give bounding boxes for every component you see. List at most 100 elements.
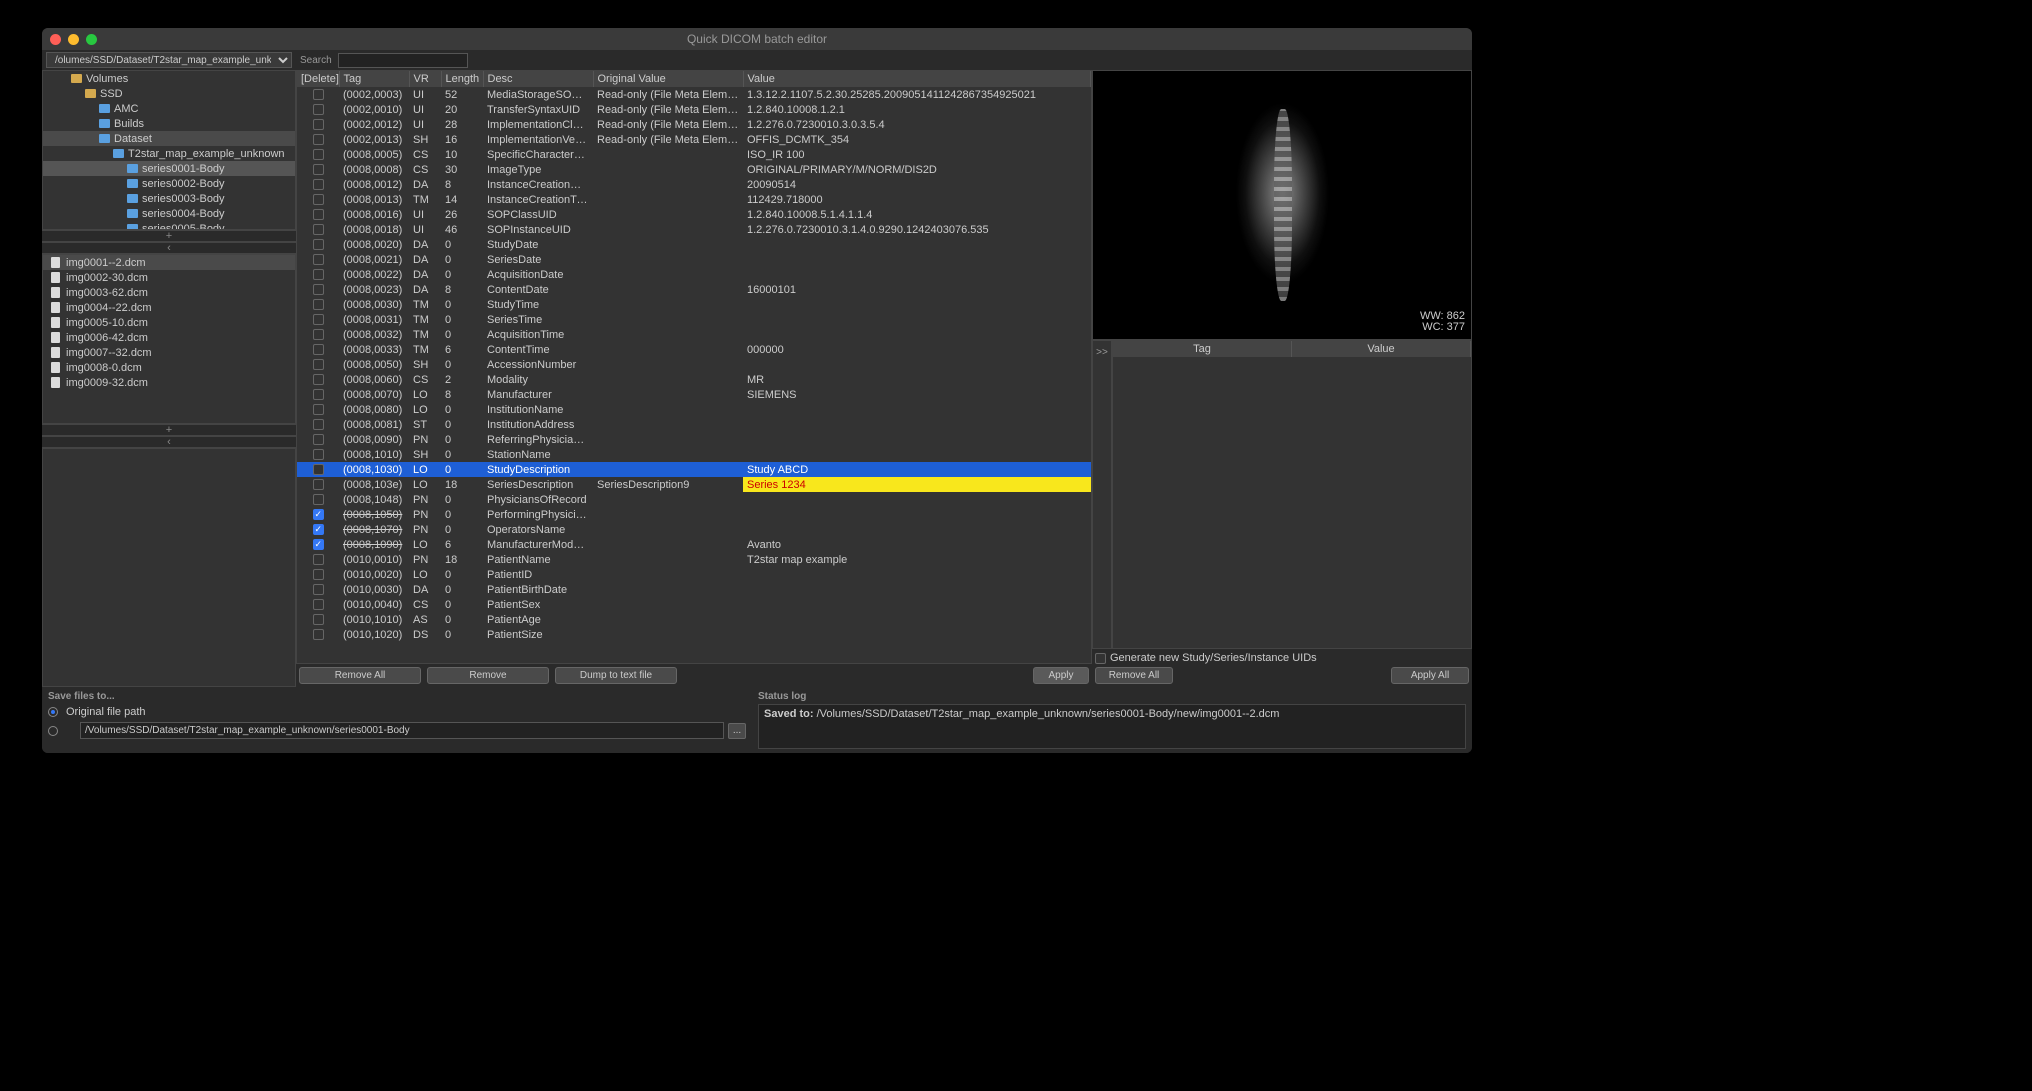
file-item[interactable]: img0008-0.dcm	[43, 360, 295, 375]
delete-checkbox[interactable]	[313, 389, 324, 400]
splitter-1[interactable]: +	[42, 230, 296, 242]
table-row[interactable]: (0008,0005)CS10SpecificCharacterSetISO_I…	[297, 147, 1091, 162]
table-row[interactable]: (0002,0013)SH16ImplementationVersio...Re…	[297, 132, 1091, 147]
splitter-2[interactable]: +	[42, 424, 296, 436]
col-tag[interactable]: Tag	[339, 71, 409, 87]
delete-checkbox[interactable]	[313, 404, 324, 415]
delete-checkbox[interactable]	[313, 329, 324, 340]
table-row[interactable]: (0008,0020)DA0StudyDate	[297, 237, 1091, 252]
expand-button[interactable]: >>	[1092, 340, 1112, 649]
table-row[interactable]: (0002,0003)UI52MediaStorageSOPInst...Rea…	[297, 87, 1091, 102]
delete-checkbox[interactable]	[313, 584, 324, 595]
delete-checkbox[interactable]	[313, 359, 324, 370]
radio-original-path[interactable]	[48, 707, 58, 717]
radio-custom-path[interactable]	[48, 726, 58, 736]
table-row[interactable]: (0008,1010)SH0StationName	[297, 447, 1091, 462]
tree-item[interactable]: Volumes	[43, 71, 295, 86]
table-row[interactable]: (0008,0021)DA0SeriesDate	[297, 252, 1091, 267]
tree-item[interactable]: AMC	[43, 101, 295, 116]
delete-checkbox[interactable]	[313, 149, 324, 160]
tree-item[interactable]: series0001-Body	[43, 161, 295, 176]
tree-item[interactable]: series0002-Body	[43, 176, 295, 191]
delete-checkbox[interactable]	[313, 434, 324, 445]
delete-checkbox[interactable]	[313, 539, 324, 550]
table-row[interactable]: (0008,0060)CS2ModalityMR	[297, 372, 1091, 387]
table-row[interactable]: (0008,0018)UI46SOPInstanceUID1.2.276.0.7…	[297, 222, 1091, 237]
close-icon[interactable]	[50, 34, 61, 45]
table-row[interactable]: (0008,0081)ST0InstitutionAddress	[297, 417, 1091, 432]
table-row[interactable]: (0008,0070)LO8ManufacturerSIEMENS	[297, 387, 1091, 402]
file-item[interactable]: img0009-32.dcm	[43, 375, 295, 390]
table-row[interactable]: (0008,0023)DA8ContentDate16000101	[297, 282, 1091, 297]
delete-checkbox[interactable]	[313, 419, 324, 430]
file-item[interactable]: img0001--2.dcm	[43, 255, 295, 270]
delete-checkbox[interactable]	[313, 254, 324, 265]
delete-checkbox[interactable]	[313, 569, 324, 580]
delete-checkbox[interactable]	[313, 464, 324, 475]
tree-item[interactable]: SSD	[43, 86, 295, 101]
apply-all-button[interactable]: Apply All	[1391, 667, 1469, 684]
minimize-icon[interactable]	[68, 34, 79, 45]
splitter-1b[interactable]: ‹	[42, 242, 296, 254]
col-value[interactable]: Value	[743, 71, 1091, 87]
col-vr[interactable]: VR	[409, 71, 441, 87]
delete-checkbox[interactable]	[313, 89, 324, 100]
delete-checkbox[interactable]	[313, 599, 324, 610]
delete-checkbox[interactable]	[313, 224, 324, 235]
browse-button[interactable]: ...	[728, 723, 746, 739]
delete-checkbox[interactable]	[313, 209, 324, 220]
right-col-value[interactable]: Value	[1292, 341, 1471, 357]
table-row[interactable]: (0008,0030)TM0StudyTime	[297, 297, 1091, 312]
remove-button[interactable]: Remove	[427, 667, 549, 684]
tree-item[interactable]: series0005-Body	[43, 221, 295, 230]
table-row[interactable]: (0008,1030)LO0StudyDescriptionStudy ABCD	[297, 462, 1091, 477]
table-row[interactable]: (0008,1070)PN0OperatorsName	[297, 522, 1091, 537]
splitter-2b[interactable]: ‹	[42, 436, 296, 448]
path-selector[interactable]: /olumes/SSD/Dataset/T2star_map_example_u…	[46, 52, 292, 68]
delete-checkbox[interactable]	[313, 374, 324, 385]
save-path-input[interactable]	[80, 722, 724, 739]
file-item[interactable]: img0002-30.dcm	[43, 270, 295, 285]
tree-item[interactable]: Dataset	[43, 131, 295, 146]
delete-checkbox[interactable]	[313, 284, 324, 295]
table-row[interactable]: (0008,0032)TM0AcquisitionTime	[297, 327, 1091, 342]
tree-item[interactable]: T2star_map_example_unknown	[43, 146, 295, 161]
table-row[interactable]: (0008,0022)DA0AcquisitionDate	[297, 267, 1091, 282]
delete-checkbox[interactable]	[313, 554, 324, 565]
delete-checkbox[interactable]	[313, 179, 324, 190]
tree-item[interactable]: series0004-Body	[43, 206, 295, 221]
file-item[interactable]: img0005-10.dcm	[43, 315, 295, 330]
generate-uids-option[interactable]: Generate new Study/Series/Instance UIDs	[1095, 652, 1317, 664]
maximize-icon[interactable]	[86, 34, 97, 45]
table-row[interactable]: (0002,0010)UI20TransferSyntaxUIDRead-onl…	[297, 102, 1091, 117]
delete-checkbox[interactable]	[313, 524, 324, 535]
remove-all-button[interactable]: Remove All	[299, 667, 421, 684]
col-delete[interactable]: [Delete]	[297, 71, 339, 87]
checkbox-icon[interactable]	[1095, 653, 1106, 664]
delete-checkbox[interactable]	[313, 299, 324, 310]
delete-checkbox[interactable]	[313, 494, 324, 505]
table-row[interactable]: (0008,0090)PN0ReferringPhysicianNa...	[297, 432, 1091, 447]
dicom-table-wrap[interactable]: [Delete] Tag VR Length Desc Original Val…	[296, 70, 1092, 664]
table-row[interactable]: (0008,1050)PN0PerformingPhysicianN...	[297, 507, 1091, 522]
table-row[interactable]: (0008,0012)DA8InstanceCreationDate200905…	[297, 177, 1091, 192]
table-row[interactable]: (0008,0050)SH0AccessionNumber	[297, 357, 1091, 372]
search-input[interactable]	[338, 53, 468, 68]
delete-checkbox[interactable]	[313, 269, 324, 280]
table-row[interactable]: (0008,0013)TM14InstanceCreationTime11242…	[297, 192, 1091, 207]
delete-checkbox[interactable]	[313, 104, 324, 115]
file-item[interactable]: img0006-42.dcm	[43, 330, 295, 345]
delete-checkbox[interactable]	[313, 629, 324, 640]
file-item[interactable]: img0007--32.dcm	[43, 345, 295, 360]
delete-checkbox[interactable]	[313, 119, 324, 130]
apply-button[interactable]: Apply	[1033, 667, 1089, 684]
table-row[interactable]: (0010,0010)PN18PatientNameT2star map exa…	[297, 552, 1091, 567]
right-col-tag[interactable]: Tag	[1113, 341, 1292, 357]
table-row[interactable]: (0008,0008)CS30ImageTypeORIGINAL/PRIMARY…	[297, 162, 1091, 177]
file-item[interactable]: img0004--22.dcm	[43, 300, 295, 315]
delete-checkbox[interactable]	[313, 239, 324, 250]
table-row[interactable]: (0008,0016)UI26SOPClassUID1.2.840.10008.…	[297, 207, 1091, 222]
table-row[interactable]: (0010,0040)CS0PatientSex	[297, 597, 1091, 612]
folder-tree[interactable]: VolumesSSDAMCBuildsDatasetT2star_map_exa…	[42, 70, 296, 230]
image-preview[interactable]: WW: 862WC: 377	[1092, 70, 1472, 340]
